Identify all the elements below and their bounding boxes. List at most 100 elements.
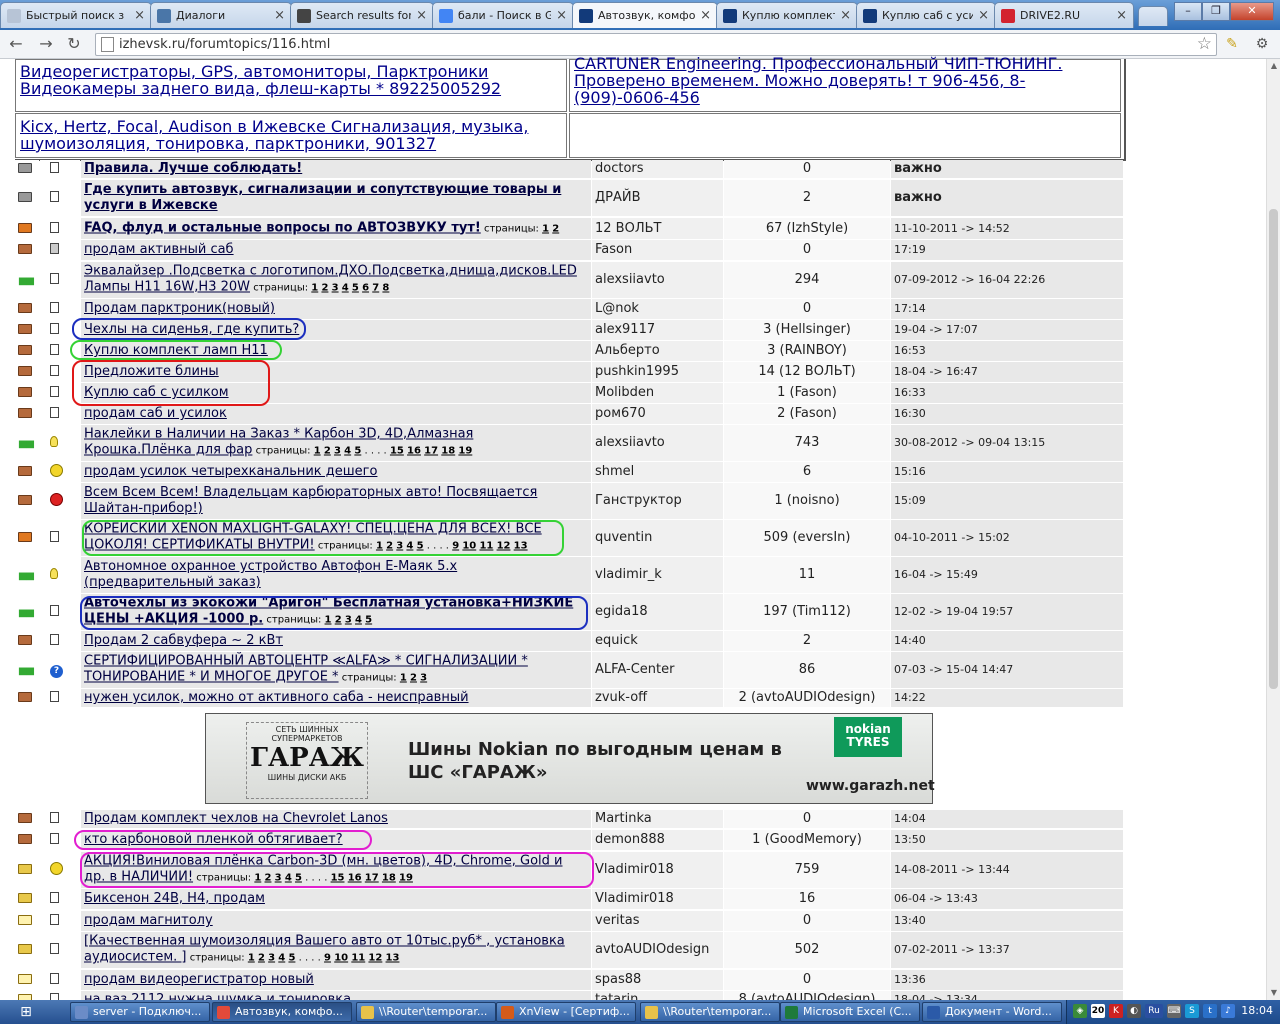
reload-icon[interactable]: ↻ bbox=[64, 34, 84, 54]
browser-tab[interactable]: Куплю комплект × bbox=[716, 2, 858, 28]
page-link[interactable]: 3 bbox=[275, 873, 282, 884]
indicator-icon[interactable]: 20 bbox=[1091, 1004, 1105, 1018]
back-icon[interactable]: ← bbox=[6, 34, 26, 54]
page-link[interactable]: 10 bbox=[462, 541, 476, 552]
page-link[interactable]: 1 bbox=[542, 223, 549, 234]
close-tab-icon[interactable]: × bbox=[556, 8, 567, 23]
page-link[interactable]: 5 bbox=[352, 283, 359, 294]
close-tab-icon[interactable]: × bbox=[840, 8, 851, 23]
page-link[interactable]: 4 bbox=[355, 615, 362, 626]
page-link[interactable]: 5 bbox=[295, 873, 302, 884]
page-link[interactable]: 18 bbox=[441, 446, 455, 457]
browser-tab[interactable]: Быстрый поиск з × bbox=[0, 2, 152, 28]
page-link[interactable]: 4 bbox=[344, 446, 351, 457]
extension-icon[interactable]: ✎ bbox=[1222, 34, 1242, 54]
topic-link[interactable]: Где купить автозвук, сигнализации и сопу… bbox=[84, 182, 561, 213]
page-link[interactable]: 13 bbox=[386, 953, 400, 964]
page-link[interactable]: 5 bbox=[365, 615, 372, 626]
page-link[interactable]: 15 bbox=[390, 446, 404, 457]
close-tab-icon[interactable]: × bbox=[134, 8, 145, 23]
topic-link[interactable]: продам видеорегистратор новый bbox=[84, 972, 314, 987]
close-tab-icon[interactable]: × bbox=[1116, 8, 1127, 23]
new-tab-button[interactable] bbox=[1138, 6, 1168, 26]
page-link[interactable]: 5 bbox=[354, 446, 361, 457]
volume-icon[interactable]: ♪ bbox=[1221, 1004, 1235, 1018]
ad-link[interactable]: CARTUNER Engineering. Профессиональный Ч… bbox=[570, 55, 1120, 106]
page-link[interactable]: 19 bbox=[399, 873, 413, 884]
start-button[interactable]: ⊞ bbox=[0, 1000, 52, 1024]
close-tab-icon[interactable]: × bbox=[978, 8, 989, 23]
browser-tab[interactable]: Куплю саб с усил × bbox=[856, 2, 996, 28]
page-link[interactable]: 9 bbox=[324, 953, 331, 964]
wrench-menu-icon[interactable]: ⚙ bbox=[1252, 34, 1272, 54]
page-link[interactable]: 2 bbox=[335, 615, 342, 626]
tray-app2-icon[interactable]: t bbox=[1203, 1004, 1217, 1018]
taskbar-button[interactable]: Документ - Word... bbox=[922, 1002, 1062, 1022]
taskbar-button[interactable]: \\Router\temporar... bbox=[356, 1002, 496, 1022]
page-link[interactable]: 2 bbox=[552, 223, 559, 234]
taskbar-button[interactable]: server - Подключ... bbox=[70, 1002, 210, 1022]
topic-link[interactable]: Предложите блины bbox=[84, 364, 219, 379]
page-link[interactable]: 1 bbox=[376, 541, 383, 552]
topic-link[interactable]: Автономное охранное устройство Автофон Е… bbox=[84, 559, 457, 590]
page-link[interactable]: 3 bbox=[345, 615, 352, 626]
close-tab-icon[interactable]: × bbox=[274, 8, 285, 23]
page-link[interactable]: 18 bbox=[382, 873, 396, 884]
topic-link[interactable]: нужен усилок, можно от активного саба - … bbox=[84, 690, 469, 705]
topic-link[interactable]: Чехлы на сиденья, где купить? bbox=[84, 322, 299, 337]
browser-tab[interactable]: Автозвук, комфо × bbox=[572, 2, 718, 28]
scroll-up-icon[interactable]: ▲ bbox=[1267, 59, 1280, 73]
topic-link[interactable]: FAQ, флуд и остальные вопросы по АВТОЗВУ… bbox=[84, 220, 481, 235]
page-link[interactable]: 2 bbox=[258, 953, 265, 964]
topic-link[interactable]: Продам 2 сабвуфера ~ 2 кВт bbox=[84, 633, 283, 648]
page-link[interactable]: 11 bbox=[351, 953, 365, 964]
page-link[interactable]: 3 bbox=[334, 446, 341, 457]
tray-app-icon[interactable]: ◐ bbox=[1127, 1004, 1141, 1018]
topic-link[interactable]: Правила. Лучше соблюдать! bbox=[84, 161, 302, 176]
page-link[interactable]: 5 bbox=[417, 541, 424, 552]
browser-tab[interactable]: Диалоги × bbox=[150, 2, 292, 28]
close-window-button[interactable]: ✕ bbox=[1230, 2, 1274, 21]
keyboard-icon[interactable]: ⌨ bbox=[1167, 1004, 1181, 1018]
topic-link[interactable]: продам активный саб bbox=[84, 242, 234, 257]
page-link[interactable]: 3 bbox=[268, 953, 275, 964]
page-link[interactable]: 10 bbox=[334, 953, 348, 964]
skype-icon[interactable]: S bbox=[1185, 1004, 1199, 1018]
page-link[interactable]: 2 bbox=[410, 673, 417, 684]
topic-link[interactable]: кто карбоновой пленкой обтягивает? bbox=[84, 832, 343, 847]
page-link[interactable]: 17 bbox=[424, 446, 438, 457]
page-link[interactable]: 5 bbox=[288, 953, 295, 964]
page-link[interactable]: 2 bbox=[386, 541, 393, 552]
forward-icon[interactable]: → bbox=[36, 34, 56, 54]
page-link[interactable]: 3 bbox=[420, 673, 427, 684]
page-link[interactable]: 13 bbox=[514, 541, 528, 552]
topic-link[interactable]: Продам комплект чехлов на Chevrolet Lano… bbox=[84, 811, 388, 826]
topic-link[interactable]: СЕРТИФИЦИРОВАННЫЙ АВТОЦЕНТР ≪ALFA≫ * СИГ… bbox=[84, 654, 528, 685]
page-link[interactable]: 12 bbox=[368, 953, 382, 964]
network-icon[interactable]: ◈ bbox=[1073, 1004, 1087, 1018]
page-link[interactable]: 8 bbox=[382, 283, 389, 294]
taskbar-button[interactable]: Microsoft Excel (C... bbox=[780, 1002, 920, 1022]
taskbar-button[interactable]: XnView - [Сертиф... bbox=[496, 1002, 636, 1022]
page-link[interactable]: 15 bbox=[331, 873, 345, 884]
topic-link[interactable]: Продам парктроник(новый) bbox=[84, 301, 275, 316]
page-link[interactable]: 7 bbox=[372, 283, 379, 294]
browser-tab[interactable]: DRIVE2.RU × bbox=[994, 2, 1134, 28]
page-link[interactable]: 17 bbox=[365, 873, 379, 884]
topic-link[interactable]: Куплю комплект ламп H11 bbox=[84, 343, 268, 358]
page-link[interactable]: 4 bbox=[278, 953, 285, 964]
browser-tab[interactable]: бали - Поиск в G × bbox=[432, 2, 574, 28]
page-link[interactable]: 1 bbox=[325, 615, 332, 626]
page-link[interactable]: 4 bbox=[406, 541, 413, 552]
page-link[interactable]: 9 bbox=[452, 541, 459, 552]
page-link[interactable]: 1 bbox=[314, 446, 321, 457]
minimize-button[interactable]: – bbox=[1174, 2, 1202, 21]
page-link[interactable]: 2 bbox=[324, 446, 331, 457]
address-bar[interactable]: izhevsk.ru/forumtopics/116.html ☆ bbox=[95, 33, 1217, 56]
scroll-thumb[interactable] bbox=[1269, 209, 1278, 689]
page-link[interactable]: 12 bbox=[497, 541, 511, 552]
page-link[interactable]: 4 bbox=[285, 873, 292, 884]
bookmark-star-icon[interactable]: ☆ bbox=[1197, 34, 1212, 54]
topic-link[interactable]: продам усилок четырехканальник дешего bbox=[84, 464, 377, 479]
page-link[interactable]: 2 bbox=[265, 873, 272, 884]
